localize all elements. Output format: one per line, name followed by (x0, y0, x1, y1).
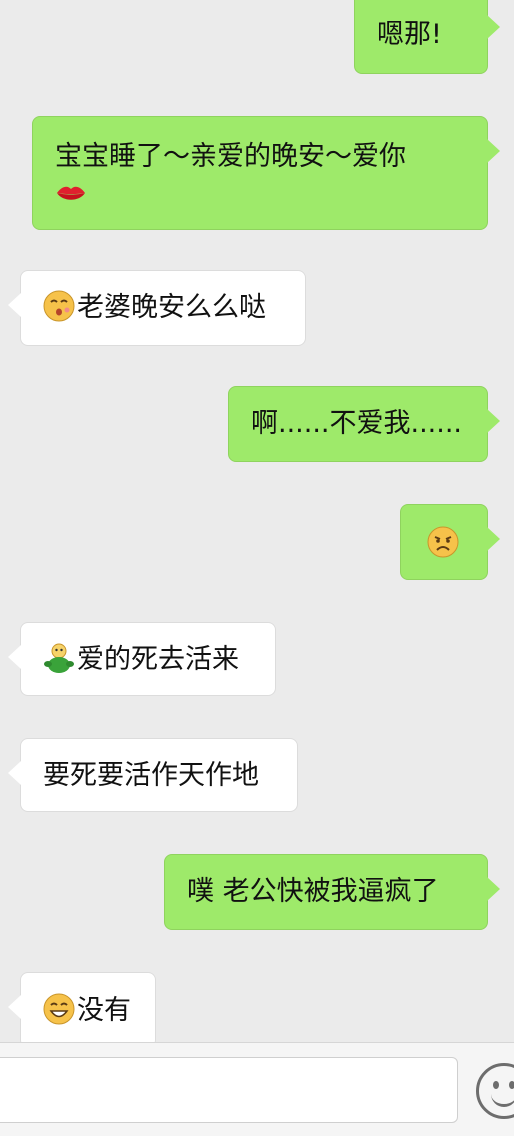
smiley-eye-right (509, 1081, 514, 1089)
smiley-mouth (491, 1090, 514, 1107)
smiley-eye-left (493, 1081, 499, 1089)
input-bar (0, 1042, 514, 1136)
lips-icon (55, 177, 87, 209)
message-bubble-outgoing[interactable]: 啊......不爱我...... (228, 386, 500, 462)
message-text: 没有 (77, 995, 131, 1026)
message-text: 噗 老公快被我逼疯了 (187, 876, 439, 907)
message-bubble-outgoing[interactable] (400, 504, 500, 580)
message-input[interactable] (0, 1057, 458, 1123)
message-text: 啊......不爱我...... (251, 408, 462, 439)
grinning-face-icon (43, 993, 75, 1025)
message-bubble-incoming[interactable]: 老婆晚安么么哒 (8, 270, 306, 346)
blowing-kiss-face-icon (43, 290, 75, 322)
message-bubble-incoming[interactable]: 爱的死去活来 (8, 622, 276, 696)
message-bubble-outgoing[interactable]: 嗯那! (354, 0, 500, 74)
message-text: 爱的死去活来 (77, 644, 239, 675)
smiley-face-icon[interactable] (476, 1063, 514, 1119)
message-text: 宝宝睡了～亲爱的晚安～爱你 (55, 141, 406, 172)
message-text: 老婆晚安么么哒 (77, 292, 266, 323)
message-bubble-incoming[interactable]: 要死要活作天作地 (8, 738, 298, 812)
hugging-figure-icon (43, 642, 75, 674)
message-text: 要死要活作天作地 (43, 760, 259, 791)
message-text: 嗯那! (377, 19, 442, 50)
sad-face-icon (427, 526, 459, 558)
message-bubble-incoming[interactable]: 没有 (8, 972, 156, 1048)
message-bubble-outgoing[interactable]: 宝宝睡了～亲爱的晚安～爱你 (32, 116, 500, 230)
chat-screen: 嗯那! 宝宝睡了～亲爱的晚安～爱你 老婆晚安么么哒 啊......不爱我....… (0, 0, 514, 1136)
message-bubble-outgoing[interactable]: 噗 老公快被我逼疯了 (164, 854, 500, 930)
